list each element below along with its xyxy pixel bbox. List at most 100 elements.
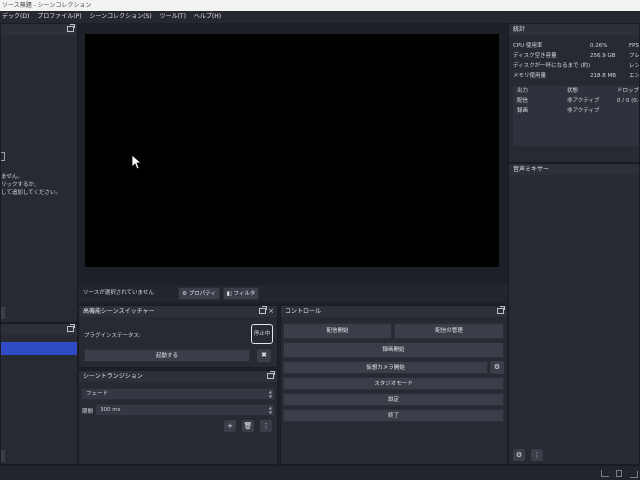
sources-empty-line3: して追加してください。	[1, 190, 62, 196]
add-source-hint-icon	[1, 152, 5, 161]
menu-docks[interactable]: デック(D)	[2, 11, 29, 23]
stats-rows: CPU 使用率 0.26% FPS ディスク空き容量 256.9 GB フレー …	[513, 41, 640, 81]
float-dock-icon[interactable]	[497, 306, 505, 314]
float-dock-icon[interactable]	[259, 306, 267, 314]
resize-grip-icon[interactable]	[630, 471, 638, 478]
stat-label: メモリ使用量	[513, 73, 547, 79]
sources-empty-text: ません。 リックするか、 して追加してください。	[1, 173, 61, 197]
close-icon[interactable]: ×	[268, 306, 274, 317]
audio-settings-gear-icon[interactable]: ⚙	[513, 449, 525, 461]
audio-mixer-title-text: 音声ミキサー	[513, 166, 550, 173]
stat-label: ディスク空き容量	[513, 53, 557, 59]
output-name: 配信	[517, 98, 529, 104]
stat-value: 218.8 MB	[590, 73, 617, 79]
stat-label-secondary: レンダ	[629, 63, 640, 69]
exit-button[interactable]: 終了	[283, 409, 504, 422]
start-virtual-camera-button[interactable]: 仮想カメラ開始	[283, 361, 488, 374]
menu-profile[interactable]: プロファイル(P)	[37, 11, 81, 23]
controls-title-text: コントロール	[285, 308, 322, 315]
column-header-dropped: ドロップしたフ	[617, 88, 640, 94]
filters-label: フィルタ	[233, 291, 256, 297]
float-dock-icon[interactable]	[67, 324, 75, 332]
scene-transitions-title: シーントランジション	[79, 371, 277, 382]
select-arrows-icon: ▲ ▼	[268, 389, 272, 399]
sources-empty-line1: ません。	[1, 174, 23, 180]
delete-transition-icon[interactable]: 🗑	[242, 420, 254, 432]
transition-type-select[interactable]: フェード ▲ ▼	[81, 388, 275, 400]
column-header-output: 出力	[517, 88, 529, 94]
controls-panel: コントロール 配信開始 配信の管理 録画開始 仮想カメラ開始 ⚙ スタジオモード…	[280, 305, 508, 465]
filters-button[interactable]: ◧ フィルタ	[223, 287, 259, 300]
mouse-cursor-icon	[131, 154, 141, 170]
scene-transitions-panel: シーントランジション フェード ▲ ▼ 期間 300 ms ▲ ▼ + 🗑 ⋮	[78, 370, 278, 465]
stat-label: ディスクが一杯になるまで (約)	[513, 63, 591, 69]
stat-label-secondary: エンコ	[629, 73, 640, 79]
no-source-label: ソースが選択されていません	[83, 290, 154, 296]
preview-area	[78, 23, 508, 285]
filter-icon: ◧	[226, 291, 232, 297]
sources-panel: ません。 リックするか、 して追加してください。	[0, 23, 78, 323]
start-streaming-button[interactable]: 配信開始	[283, 323, 392, 339]
window-title: ソース無題 - シーンコレクション	[2, 2, 92, 9]
start-recording-button[interactable]: 録画開始	[283, 342, 504, 358]
plugin-status-label: プラグインステータス:	[84, 333, 141, 339]
signal-strength-icon	[601, 470, 609, 477]
properties-button[interactable]: ⚙ プロパティ	[178, 287, 220, 300]
stats-title-text: 統計	[513, 26, 526, 33]
virtual-camera-settings-gear-icon[interactable]: ⚙	[490, 361, 504, 374]
scene-switcher-panel: 高機能シーンスイッチャー × プラグインステータス: 停止中 起動する ✖	[78, 305, 278, 368]
table-row: 配信 非アクティブ 0 / 0 (0.0%	[513, 96, 639, 106]
preview-canvas[interactable]	[85, 34, 499, 267]
settings-button[interactable]: 設定	[283, 393, 504, 406]
audio-mixer-title: 音声ミキサー	[509, 164, 639, 175]
menu-help[interactable]: ヘルプ(H)	[194, 11, 221, 23]
output-name: 録画	[517, 108, 529, 114]
outputs-table-header: 出力 状態 ドロップしたフ	[513, 86, 639, 96]
output-dropped: 0 / 0 (0.0%	[617, 98, 639, 104]
audio-mixer-panel: 音声ミキサー ⚙ ⋮	[508, 163, 640, 465]
scenes-dock-title	[1, 324, 77, 335]
sources-list-toolbar	[1, 307, 5, 319]
menu-tools[interactable]: ツール(T)	[160, 11, 186, 23]
tools-icon[interactable]: ✖	[257, 349, 271, 362]
menu-bar: デック(D) プロファイル(P) シーンコレクション(S) ツール(T) ヘルプ…	[0, 11, 640, 23]
controls-title: コントロール	[281, 306, 507, 317]
start-switcher-button[interactable]: 起動する	[84, 349, 250, 362]
status-bar	[0, 465, 640, 480]
manage-broadcast-button[interactable]: 配信の管理	[394, 323, 504, 339]
column-header-status: 状態	[567, 88, 579, 94]
stat-value: 0.26%	[590, 43, 608, 49]
scene-switcher-title-text: 高機能シーンスイッチャー	[83, 308, 155, 315]
duration-value: 300 ms	[100, 407, 121, 413]
audio-more-options-icon[interactable]: ⋮	[531, 449, 543, 461]
stat-label-secondary: フレー	[629, 53, 640, 59]
cpu-indicator-icon	[616, 470, 622, 477]
gear-icon: ⚙	[182, 291, 187, 297]
properties-label: プロパティ	[188, 291, 216, 297]
stat-label: CPU 使用率	[513, 43, 543, 49]
more-options-icon[interactable]: ⋮	[260, 420, 272, 432]
plugin-status-text: 停止中	[253, 331, 271, 337]
plugin-status-value[interactable]: 停止中	[251, 324, 273, 344]
window-title-bar: ソース無題 - シーンコレクション	[0, 0, 640, 11]
output-status: 非アクティブ	[567, 108, 600, 114]
menu-scene-collection[interactable]: シーンコレクション(S)	[89, 11, 151, 23]
transition-type-value: フェード	[86, 391, 109, 397]
table-row: 録画 非アクティブ	[513, 106, 639, 116]
output-status: 非アクティブ	[567, 98, 600, 104]
stat-row: ディスク空き容量 256.9 GB フレー	[513, 51, 640, 61]
sources-dock-title	[1, 24, 77, 35]
stat-row: CPU 使用率 0.26% FPS	[513, 41, 639, 51]
sources-empty-line2: リックするか、	[1, 182, 40, 188]
float-dock-icon[interactable]	[267, 371, 275, 379]
float-dock-icon[interactable]	[67, 24, 75, 32]
add-transition-icon[interactable]: +	[224, 420, 236, 432]
stepper-arrows-icon[interactable]: ▲ ▼	[269, 405, 272, 415]
stat-value: 256.9 GB	[590, 53, 616, 59]
stats-title: 統計	[509, 24, 639, 35]
stats-panel: 統計 CPU 使用率 0.26% FPS ディスク空き容量 256.9 GB フ…	[508, 23, 640, 163]
duration-input[interactable]: 300 ms ▲ ▼	[95, 404, 275, 416]
selected-scene-item[interactable]	[1, 342, 77, 355]
studio-mode-button[interactable]: スタジオモード	[283, 377, 504, 390]
stat-row: メモリ使用量 218.8 MB エンコ	[513, 71, 640, 81]
